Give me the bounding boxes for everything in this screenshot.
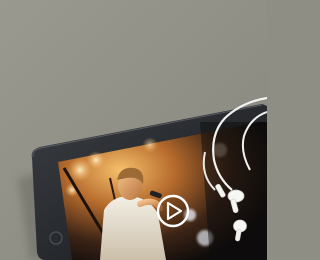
stage-light (87, 151, 105, 169)
product-photo (0, 0, 267, 260)
play-button[interactable] (156, 194, 190, 228)
play-button-ring[interactable] (156, 194, 190, 228)
stage-light (142, 137, 158, 153)
photo-canvas (0, 0, 267, 260)
